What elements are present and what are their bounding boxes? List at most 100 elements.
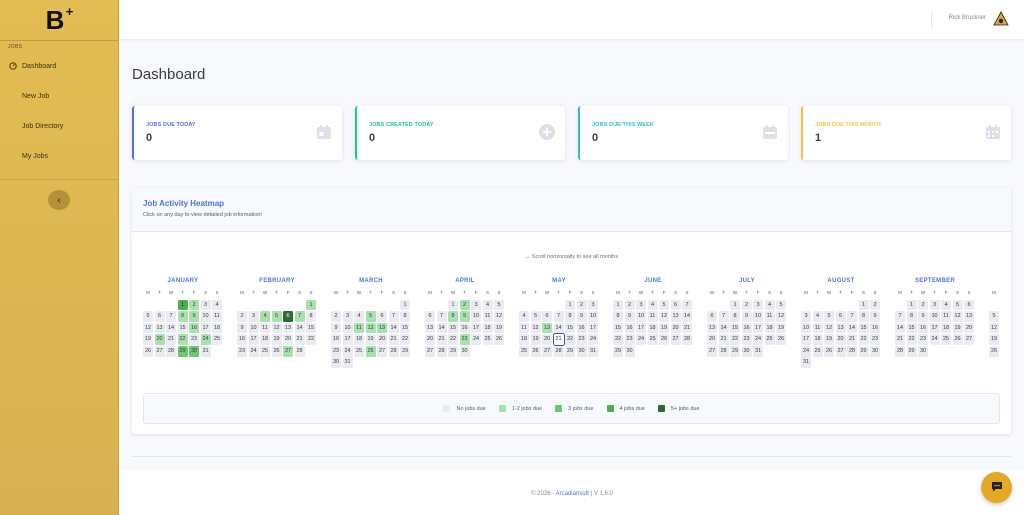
day-cell[interactable]: 24 bbox=[801, 345, 811, 357]
day-cell[interactable]: 21 bbox=[436, 334, 447, 345]
day-cell[interactable]: 27 bbox=[707, 345, 717, 357]
day-cell[interactable]: 31 bbox=[588, 345, 598, 357]
day-cell[interactable]: 10 bbox=[200, 311, 211, 322]
day-cell[interactable]: 18 bbox=[212, 322, 222, 334]
day-cell[interactable]: 6 bbox=[283, 311, 293, 322]
day-cell[interactable]: 17 bbox=[588, 322, 598, 334]
day-cell[interactable]: 14 bbox=[436, 322, 447, 334]
day-cell[interactable]: 10 bbox=[471, 311, 481, 322]
day-cell[interactable]: 29 bbox=[400, 345, 410, 357]
day-cell[interactable]: 26 bbox=[271, 345, 282, 357]
day-cell[interactable]: 12 bbox=[271, 322, 282, 334]
day-cell[interactable]: 8 bbox=[613, 311, 623, 322]
day-cell[interactable]: 13 bbox=[377, 322, 387, 334]
day-cell[interactable]: 7 bbox=[553, 311, 564, 322]
day-cell[interactable]: 5 bbox=[365, 311, 376, 322]
day-cell[interactable]: 12 bbox=[659, 311, 669, 322]
day-cell[interactable]: 25 bbox=[354, 345, 364, 357]
day-cell[interactable]: 11 bbox=[354, 322, 364, 334]
day-cell[interactable]: 3 bbox=[248, 311, 259, 322]
day-cell[interactable]: 3 bbox=[636, 299, 646, 311]
day-cell[interactable]: 7 bbox=[718, 311, 729, 322]
day-cell[interactable]: 2 bbox=[237, 311, 247, 322]
day-cell[interactable]: 22 bbox=[306, 334, 316, 345]
day-cell[interactable]: 26 bbox=[143, 345, 153, 357]
day-cell[interactable]: 3 bbox=[200, 299, 211, 311]
day-cell[interactable]: 5 bbox=[143, 311, 153, 322]
day-cell[interactable]: 29 bbox=[448, 345, 458, 357]
day-cell[interactable]: 4 bbox=[812, 311, 823, 322]
day-cell[interactable]: 14 bbox=[553, 322, 564, 334]
day-cell[interactable]: 8 bbox=[177, 311, 188, 322]
day-cell[interactable]: 31 bbox=[801, 357, 811, 369]
day-cell[interactable]: 25 bbox=[647, 334, 658, 345]
day-cell[interactable]: 25 bbox=[941, 334, 951, 345]
day-cell[interactable]: 12 bbox=[530, 322, 541, 334]
day-cell[interactable]: 8 bbox=[906, 311, 917, 322]
day-cell[interactable]: 24 bbox=[200, 334, 211, 345]
day-cell[interactable]: 22 bbox=[400, 334, 410, 345]
day-cell[interactable]: 15 bbox=[400, 322, 410, 334]
day-cell[interactable]: 28 bbox=[436, 345, 447, 357]
day-cell[interactable]: 9 bbox=[741, 311, 752, 322]
day-cell[interactable]: 24 bbox=[342, 345, 353, 357]
day-cell[interactable]: 2 bbox=[741, 299, 752, 311]
day-cell[interactable]: 23 bbox=[870, 334, 880, 345]
day-cell[interactable]: 22 bbox=[448, 334, 458, 345]
day-cell[interactable]: 15 bbox=[565, 322, 575, 334]
day-cell[interactable]: 21 bbox=[895, 334, 905, 345]
day-cell[interactable]: 30 bbox=[459, 345, 470, 357]
day-cell[interactable]: 10 bbox=[753, 311, 763, 322]
day-cell[interactable]: 19 bbox=[530, 334, 541, 345]
sidebar-toggle-button[interactable]: ‹ bbox=[48, 190, 70, 210]
day-cell[interactable]: 9 bbox=[576, 311, 587, 322]
day-cell[interactable]: 1 bbox=[400, 299, 410, 311]
day-cell[interactable]: 3 bbox=[471, 299, 481, 311]
day-cell[interactable]: 7 bbox=[388, 311, 399, 322]
day-cell[interactable]: 13 bbox=[154, 322, 165, 334]
day-cell[interactable]: 29 bbox=[906, 345, 917, 357]
brand-logo-area[interactable]: B + bbox=[0, 0, 118, 41]
day-cell[interactable]: 4 bbox=[941, 299, 951, 311]
day-cell[interactable]: 6 bbox=[964, 299, 974, 311]
day-cell[interactable]: 18 bbox=[764, 322, 775, 334]
day-cell[interactable]: 21 bbox=[166, 334, 176, 345]
day-cell[interactable]: 28 bbox=[166, 345, 176, 357]
day-cell[interactable]: 2 bbox=[331, 311, 341, 322]
day-cell[interactable]: 26 bbox=[365, 345, 376, 357]
day-cell[interactable]: 18 bbox=[812, 334, 823, 345]
day-cell[interactable]: 5 bbox=[824, 311, 834, 322]
day-cell[interactable]: 5 bbox=[494, 299, 504, 311]
day-cell[interactable]: 11 bbox=[212, 311, 222, 322]
day-cell[interactable]: 27 bbox=[283, 345, 293, 357]
day-cell[interactable]: 20 bbox=[377, 334, 387, 345]
day-cell[interactable]: 13 bbox=[835, 322, 846, 334]
day-cell[interactable]: 13 bbox=[425, 322, 435, 334]
day-cell[interactable]: 21 bbox=[552, 333, 565, 346]
day-cell[interactable]: 29 bbox=[177, 345, 188, 357]
day-cell[interactable]: 19 bbox=[776, 322, 786, 334]
day-cell[interactable]: 1 bbox=[906, 299, 917, 311]
day-cell[interactable]: 24 bbox=[588, 334, 598, 345]
day-cell[interactable]: 19 bbox=[659, 322, 669, 334]
day-cell[interactable]: 20 bbox=[835, 334, 846, 345]
day-cell[interactable]: 6 bbox=[835, 311, 846, 322]
day-cell[interactable]: 13 bbox=[670, 311, 681, 322]
day-cell[interactable]: 20 bbox=[283, 334, 293, 345]
sidebar-item-job-directory[interactable]: Job Directory bbox=[0, 111, 118, 141]
day-cell[interactable]: 11 bbox=[941, 311, 951, 322]
day-cell[interactable]: 10 bbox=[342, 322, 353, 334]
day-cell[interactable]: 4 bbox=[519, 311, 529, 322]
user-name[interactable]: Rick Bruckner bbox=[949, 15, 986, 21]
day-cell[interactable]: 26 bbox=[989, 345, 999, 357]
day-cell[interactable]: 19 bbox=[494, 322, 504, 334]
day-cell[interactable]: 21 bbox=[718, 334, 729, 345]
day-cell[interactable]: 1 bbox=[613, 299, 623, 311]
day-cell[interactable]: 8 bbox=[306, 311, 316, 322]
card-jobs-due-this-month[interactable]: JOBS DUE THIS MONTH 1 bbox=[801, 106, 1011, 160]
day-cell[interactable]: 11 bbox=[647, 311, 658, 322]
day-cell[interactable]: 26 bbox=[776, 334, 786, 345]
day-cell[interactable]: 26 bbox=[659, 334, 669, 345]
day-cell[interactable]: 1 bbox=[730, 299, 740, 311]
day-cell[interactable]: 27 bbox=[425, 345, 435, 357]
